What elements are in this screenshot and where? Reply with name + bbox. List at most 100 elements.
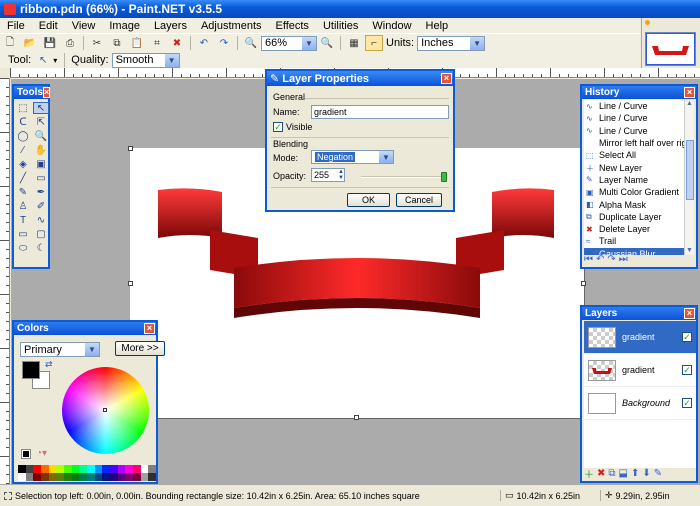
history-item[interactable]: ⬚ Select All — [584, 149, 684, 161]
color-picker-tool-icon[interactable]: ✒ — [33, 186, 49, 198]
primary-color-swatch[interactable] — [22, 361, 40, 379]
undo-icon[interactable]: ↶ — [195, 35, 213, 51]
layer-row[interactable]: Background ✓ — [584, 387, 696, 420]
close-icon[interactable]: × — [684, 308, 695, 319]
image-thumbnail-tab[interactable] — [645, 32, 696, 66]
line-curve-tool-icon[interactable]: ∿ — [33, 214, 49, 226]
menu-edit[interactable]: Edit — [32, 20, 65, 32]
blend-mode-combo[interactable]: Negation ▼ — [311, 150, 394, 164]
close-icon[interactable]: × — [684, 87, 695, 98]
text-tool-icon[interactable]: T — [15, 214, 31, 226]
copy-icon[interactable]: ⧉ — [108, 35, 126, 51]
layer-name-input[interactable]: gradient — [311, 105, 449, 119]
menu-layers[interactable]: Layers — [147, 20, 194, 32]
lasso-select-tool-icon[interactable]: ᑕ — [15, 116, 31, 128]
opacity-slider-thumb[interactable] — [441, 172, 447, 182]
layer-row[interactable]: gradient ✓ — [584, 354, 696, 387]
history-scroll-thumb[interactable] — [686, 140, 694, 200]
palette-swatch[interactable] — [56, 473, 64, 481]
palette-swatch[interactable] — [117, 473, 126, 481]
pencil-tool-icon[interactable]: ✎ — [15, 186, 31, 198]
palette-swatch[interactable] — [109, 473, 118, 481]
ok-button[interactable]: OK — [347, 193, 390, 207]
clone-stamp-tool-icon[interactable]: ♙ — [15, 200, 31, 212]
palette-swatch[interactable] — [63, 465, 72, 473]
palette-swatch[interactable] — [33, 473, 41, 481]
ellipse-tool-icon[interactable]: ⬭ — [15, 242, 31, 254]
palette-swatch[interactable] — [18, 465, 26, 473]
recolor-tool-icon[interactable]: ✐ — [33, 200, 49, 212]
history-item[interactable]: Mirror left half over right ... — [584, 137, 684, 149]
close-icon[interactable]: × — [42, 87, 51, 98]
tab-scroll-icon[interactable] — [645, 20, 650, 25]
history-item[interactable]: ▣ Multi Color Gradient — [584, 186, 684, 198]
layer-row[interactable]: gradient ✓ — [584, 321, 696, 354]
selection-handle[interactable] — [128, 281, 133, 286]
menu-image[interactable]: Image — [102, 20, 147, 32]
palette-swatch[interactable] — [79, 465, 87, 473]
palette-swatch[interactable] — [40, 465, 49, 473]
chevron-down-icon[interactable]: ▼ — [379, 151, 393, 163]
move-selection-tool-icon[interactable]: ↖ — [34, 52, 52, 68]
rulers-icon[interactable]: ⌐ — [365, 35, 383, 51]
palette-swatch[interactable] — [71, 473, 80, 481]
freeform-shape-tool-icon[interactable]: ☾ — [33, 242, 49, 254]
tools-title-bar[interactable]: Tools × — [14, 86, 51, 99]
move-selected-tool-icon[interactable]: ⇱ — [33, 116, 49, 128]
merge-layer-down-icon[interactable]: ⬓ — [619, 468, 628, 479]
history-item[interactable]: ∿ Line / Curve — [584, 112, 684, 124]
reset-colors-icon[interactable] — [21, 449, 31, 459]
redo-icon[interactable]: ↷ — [215, 35, 233, 51]
chevron-down-icon[interactable]: ▾ — [53, 56, 57, 65]
layers-title-bar[interactable]: Layers × — [582, 307, 696, 320]
close-icon[interactable]: × — [144, 323, 155, 334]
close-icon[interactable]: × — [441, 73, 452, 84]
layer-visible-checkbox[interactable]: ✓ — [682, 332, 692, 342]
rewind-icon[interactable]: ⏮ — [584, 254, 593, 265]
selection-handle[interactable] — [581, 281, 586, 286]
units-combo[interactable]: Inches ▼ — [417, 35, 486, 51]
move-layer-up-icon[interactable]: ⬆ — [631, 468, 639, 479]
cut-icon[interactable]: ✂ — [88, 35, 106, 51]
quality-combo[interactable]: Smooth ▼ — [111, 52, 180, 68]
palette-swatch[interactable] — [132, 465, 141, 473]
open-file-icon[interactable]: 📂 — [21, 35, 39, 51]
new-file-icon[interactable]: 🗋 — [1, 35, 19, 51]
zoom-out-icon[interactable]: 🔍 — [242, 35, 260, 51]
paintbrush-tool-icon[interactable]: ╱ — [15, 172, 31, 184]
selection-handle[interactable] — [354, 415, 359, 420]
scroll-up-icon[interactable]: ▲ — [686, 100, 694, 108]
palette-swatch[interactable] — [132, 473, 141, 481]
deselect-icon[interactable]: ✖ — [168, 35, 186, 51]
history-item[interactable]: ✎ Layer Name — [584, 174, 684, 186]
chevron-down-icon[interactable]: ▼ — [85, 343, 99, 356]
palette-swatch[interactable] — [48, 465, 57, 473]
add-layer-icon[interactable]: ＋ — [584, 466, 594, 481]
palette-swatch[interactable] — [117, 465, 126, 473]
menu-view[interactable]: View — [65, 20, 103, 32]
menu-file[interactable]: File — [0, 20, 32, 32]
more-colors-button[interactable]: More >> — [115, 341, 165, 356]
palette-swatch[interactable] — [63, 473, 72, 481]
palette-swatch[interactable] — [94, 465, 103, 473]
undo-icon[interactable]: ↶ — [596, 254, 604, 265]
chevron-down-icon[interactable]: ▼ — [470, 36, 485, 50]
palette-swatch[interactable] — [148, 473, 156, 481]
dialog-title-bar[interactable]: ✎ Layer Properties × — [267, 71, 453, 86]
palette-swatch[interactable] — [25, 473, 34, 481]
palette-swatch[interactable] — [140, 465, 149, 473]
opacity-input[interactable]: 255 ▲ ▼ — [311, 168, 345, 182]
crop-icon[interactable]: ⌗ — [148, 35, 166, 51]
opacity-slider[interactable] — [361, 172, 447, 182]
menu-adjustments[interactable]: Adjustments — [194, 20, 269, 32]
color-mode-combo[interactable]: Primary ▼ — [20, 342, 100, 357]
history-item[interactable]: ✖ Delete Layer — [584, 223, 684, 235]
menu-effects[interactable]: Effects — [269, 20, 316, 32]
fast-forward-icon[interactable]: ⏭ — [619, 254, 628, 265]
paint-bucket-tool-icon[interactable]: ◈ — [15, 158, 31, 170]
save-icon[interactable]: 💾 — [41, 35, 59, 51]
pan-tool-icon[interactable]: ✋ — [33, 144, 49, 156]
ellipse-select-tool-icon[interactable]: ◯ — [15, 130, 31, 142]
zoom-tool-icon[interactable]: 🔍 — [33, 130, 49, 142]
palette-swatch[interactable] — [109, 465, 118, 473]
